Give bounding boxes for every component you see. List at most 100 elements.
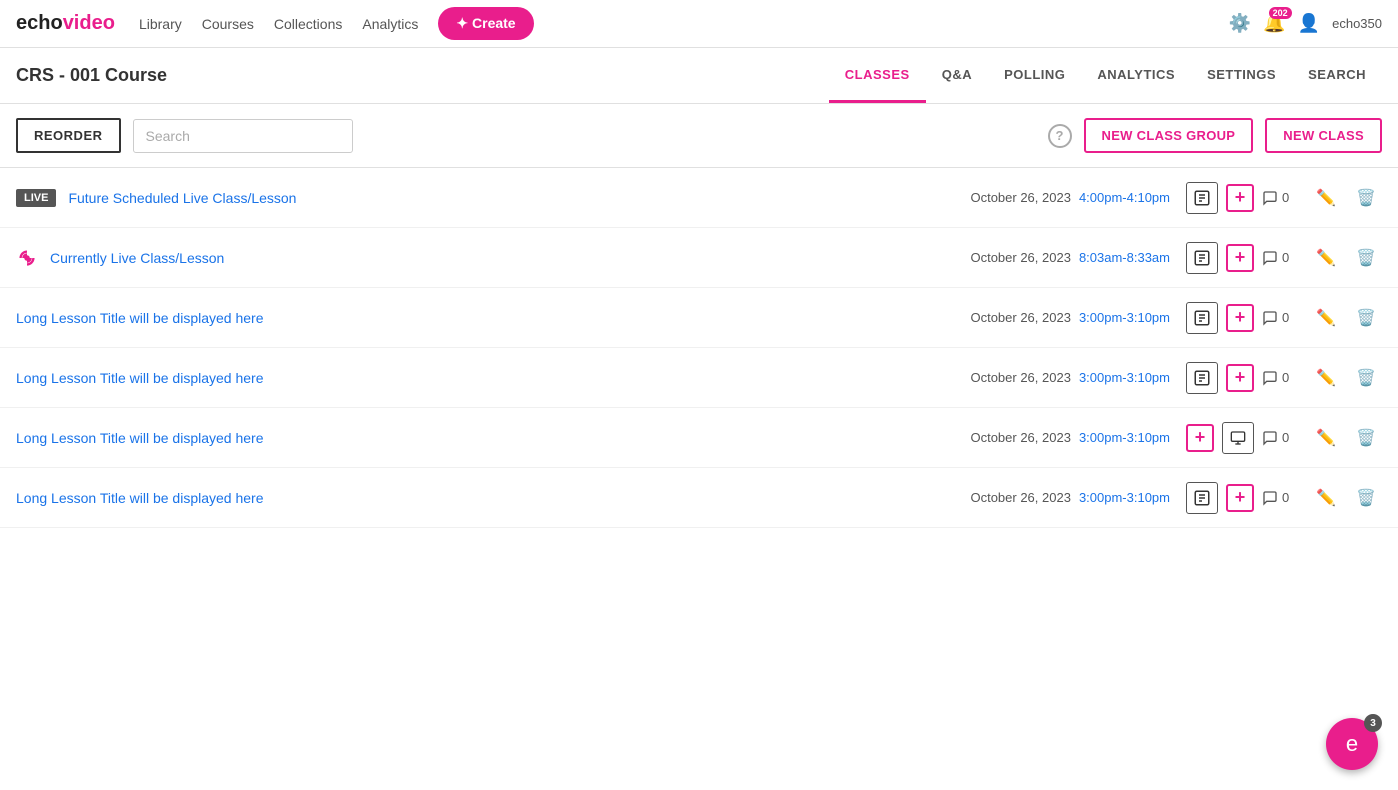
comment-number: 0	[1282, 430, 1289, 445]
comment-number: 0	[1282, 490, 1289, 505]
class-title-link[interactable]: Long Lesson Title will be displayed here	[16, 430, 264, 446]
new-class-button[interactable]: NEW CLASS	[1265, 118, 1382, 153]
notification-badge: 202	[1269, 7, 1292, 19]
add-content-button[interactable]: +	[1186, 424, 1214, 452]
comment-count: 0	[1262, 250, 1302, 266]
class-actions: + 0 ✏️ 🗑️	[1186, 302, 1382, 334]
class-time: 3:00pm-3:10pm	[1079, 370, 1170, 385]
create-button[interactable]: ✦ Create	[438, 7, 533, 40]
comment-number: 0	[1282, 310, 1289, 325]
nav-collections[interactable]: Collections	[274, 16, 342, 32]
nav-analytics[interactable]: Analytics	[362, 16, 418, 32]
quiz-icon[interactable]	[1186, 482, 1218, 514]
reorder-button[interactable]: REORDER	[16, 118, 121, 153]
logo-echo: echo	[16, 12, 63, 35]
class-meta: October 26, 2023 4:00pm-4:10pm	[970, 190, 1170, 205]
delete-icon[interactable]: 🗑️	[1350, 242, 1382, 274]
class-left: Long Lesson Title will be displayed here	[16, 310, 970, 326]
search-input[interactable]	[133, 119, 353, 153]
class-left: Long Lesson Title will be displayed here	[16, 370, 970, 386]
edit-icon[interactable]: ✏️	[1310, 242, 1342, 274]
class-date: October 26, 2023	[970, 370, 1070, 385]
comment-count: 0	[1262, 490, 1302, 506]
tab-qa[interactable]: Q&A	[926, 49, 988, 103]
class-time: 3:00pm-3:10pm	[1079, 310, 1170, 325]
table-row: Long Lesson Title will be displayed here…	[0, 408, 1398, 468]
class-date: October 26, 2023	[970, 310, 1070, 325]
comment-count: 0	[1262, 190, 1302, 206]
class-actions: + 0 ✏️ 🗑️	[1186, 362, 1382, 394]
delete-icon[interactable]: 🗑️	[1350, 302, 1382, 334]
monitor-icon[interactable]	[1222, 422, 1254, 454]
toolbar: REORDER ? NEW CLASS GROUP NEW CLASS	[0, 104, 1398, 168]
notification-icon[interactable]: 🔔 202	[1263, 13, 1285, 34]
class-list: LIVE Future Scheduled Live Class/Lesson …	[0, 168, 1398, 528]
edit-icon[interactable]: ✏️	[1310, 482, 1342, 514]
quiz-icon[interactable]	[1186, 362, 1218, 394]
quiz-icon[interactable]	[1186, 242, 1218, 274]
class-date: October 26, 2023	[970, 490, 1070, 505]
table-row: Long Lesson Title will be displayed here…	[0, 288, 1398, 348]
class-time: 4:00pm-4:10pm	[1079, 190, 1170, 205]
add-content-button[interactable]: +	[1226, 184, 1254, 212]
course-title: CRS - 001 Course	[16, 65, 167, 86]
class-time: 3:00pm-3:10pm	[1079, 430, 1170, 445]
class-meta: October 26, 2023 3:00pm-3:10pm	[970, 430, 1170, 445]
tab-analytics[interactable]: ANALYTICS	[1081, 49, 1191, 103]
tab-settings[interactable]: SETTINGS	[1191, 49, 1292, 103]
edit-icon[interactable]: ✏️	[1310, 182, 1342, 214]
edit-icon[interactable]: ✏️	[1310, 362, 1342, 394]
tab-classes[interactable]: CLASSES	[829, 49, 926, 103]
top-navigation: echovideo Library Courses Collections An…	[0, 0, 1398, 48]
add-content-button[interactable]: +	[1226, 244, 1254, 272]
table-row: Long Lesson Title will be displayed here…	[0, 348, 1398, 408]
chat-icon: e	[1346, 731, 1358, 757]
help-icon[interactable]: ?	[1048, 124, 1072, 148]
class-meta: October 26, 2023 3:00pm-3:10pm	[970, 310, 1170, 325]
user-name[interactable]: echo350	[1332, 16, 1382, 31]
delete-icon[interactable]: 🗑️	[1350, 422, 1382, 454]
class-title-link[interactable]: Long Lesson Title will be displayed here	[16, 370, 264, 386]
logo[interactable]: echovideo	[16, 12, 115, 35]
edit-icon[interactable]: ✏️	[1310, 422, 1342, 454]
chat-badge: 3	[1364, 714, 1382, 732]
new-class-group-button[interactable]: NEW CLASS GROUP	[1084, 118, 1254, 153]
comment-number: 0	[1282, 370, 1289, 385]
nav-courses[interactable]: Courses	[202, 16, 254, 32]
add-content-button[interactable]: +	[1226, 304, 1254, 332]
live-wave-icon	[16, 247, 38, 269]
class-left: Long Lesson Title will be displayed here	[16, 490, 970, 506]
quiz-icon[interactable]	[1186, 182, 1218, 214]
tab-polling[interactable]: POLLING	[988, 49, 1081, 103]
class-left: LIVE Future Scheduled Live Class/Lesson	[16, 189, 970, 207]
delete-icon[interactable]: 🗑️	[1350, 482, 1382, 514]
edit-icon[interactable]: ✏️	[1310, 302, 1342, 334]
add-content-button[interactable]: +	[1226, 484, 1254, 512]
class-actions: + 0 ✏️ 🗑️	[1186, 482, 1382, 514]
logo-video: video	[63, 12, 115, 35]
class-meta: October 26, 2023 3:00pm-3:10pm	[970, 370, 1170, 385]
class-actions: + 0 ✏️ 🗑️	[1186, 182, 1382, 214]
class-actions: + 0 ✏️ 🗑️	[1186, 242, 1382, 274]
class-actions: + 0 ✏️ 🗑️	[1186, 422, 1382, 454]
add-content-button[interactable]: +	[1226, 364, 1254, 392]
class-title-link[interactable]: Future Scheduled Live Class/Lesson	[68, 190, 296, 206]
quiz-icon[interactable]	[1186, 302, 1218, 334]
class-time: 8:03am-8:33am	[1079, 250, 1170, 265]
class-meta: October 26, 2023 3:00pm-3:10pm	[970, 490, 1170, 505]
comment-number: 0	[1282, 190, 1289, 205]
live-badge: LIVE	[16, 189, 56, 207]
nav-links: Library Courses Collections Analytics ✦ …	[139, 7, 1229, 40]
delete-icon[interactable]: 🗑️	[1350, 362, 1382, 394]
tab-search[interactable]: SEARCH	[1292, 49, 1382, 103]
settings-icon[interactable]: ⚙️	[1229, 13, 1251, 34]
class-title-link[interactable]: Long Lesson Title will be displayed here	[16, 310, 264, 326]
delete-icon[interactable]: 🗑️	[1350, 182, 1382, 214]
class-title-link[interactable]: Long Lesson Title will be displayed here	[16, 490, 264, 506]
user-icon[interactable]: 👤	[1298, 13, 1320, 34]
class-left: Long Lesson Title will be displayed here	[16, 430, 970, 446]
nav-library[interactable]: Library	[139, 16, 182, 32]
chat-fab[interactable]: e 3	[1326, 718, 1378, 770]
table-row: LIVE Future Scheduled Live Class/Lesson …	[0, 168, 1398, 228]
class-title-link[interactable]: Currently Live Class/Lesson	[50, 250, 224, 266]
